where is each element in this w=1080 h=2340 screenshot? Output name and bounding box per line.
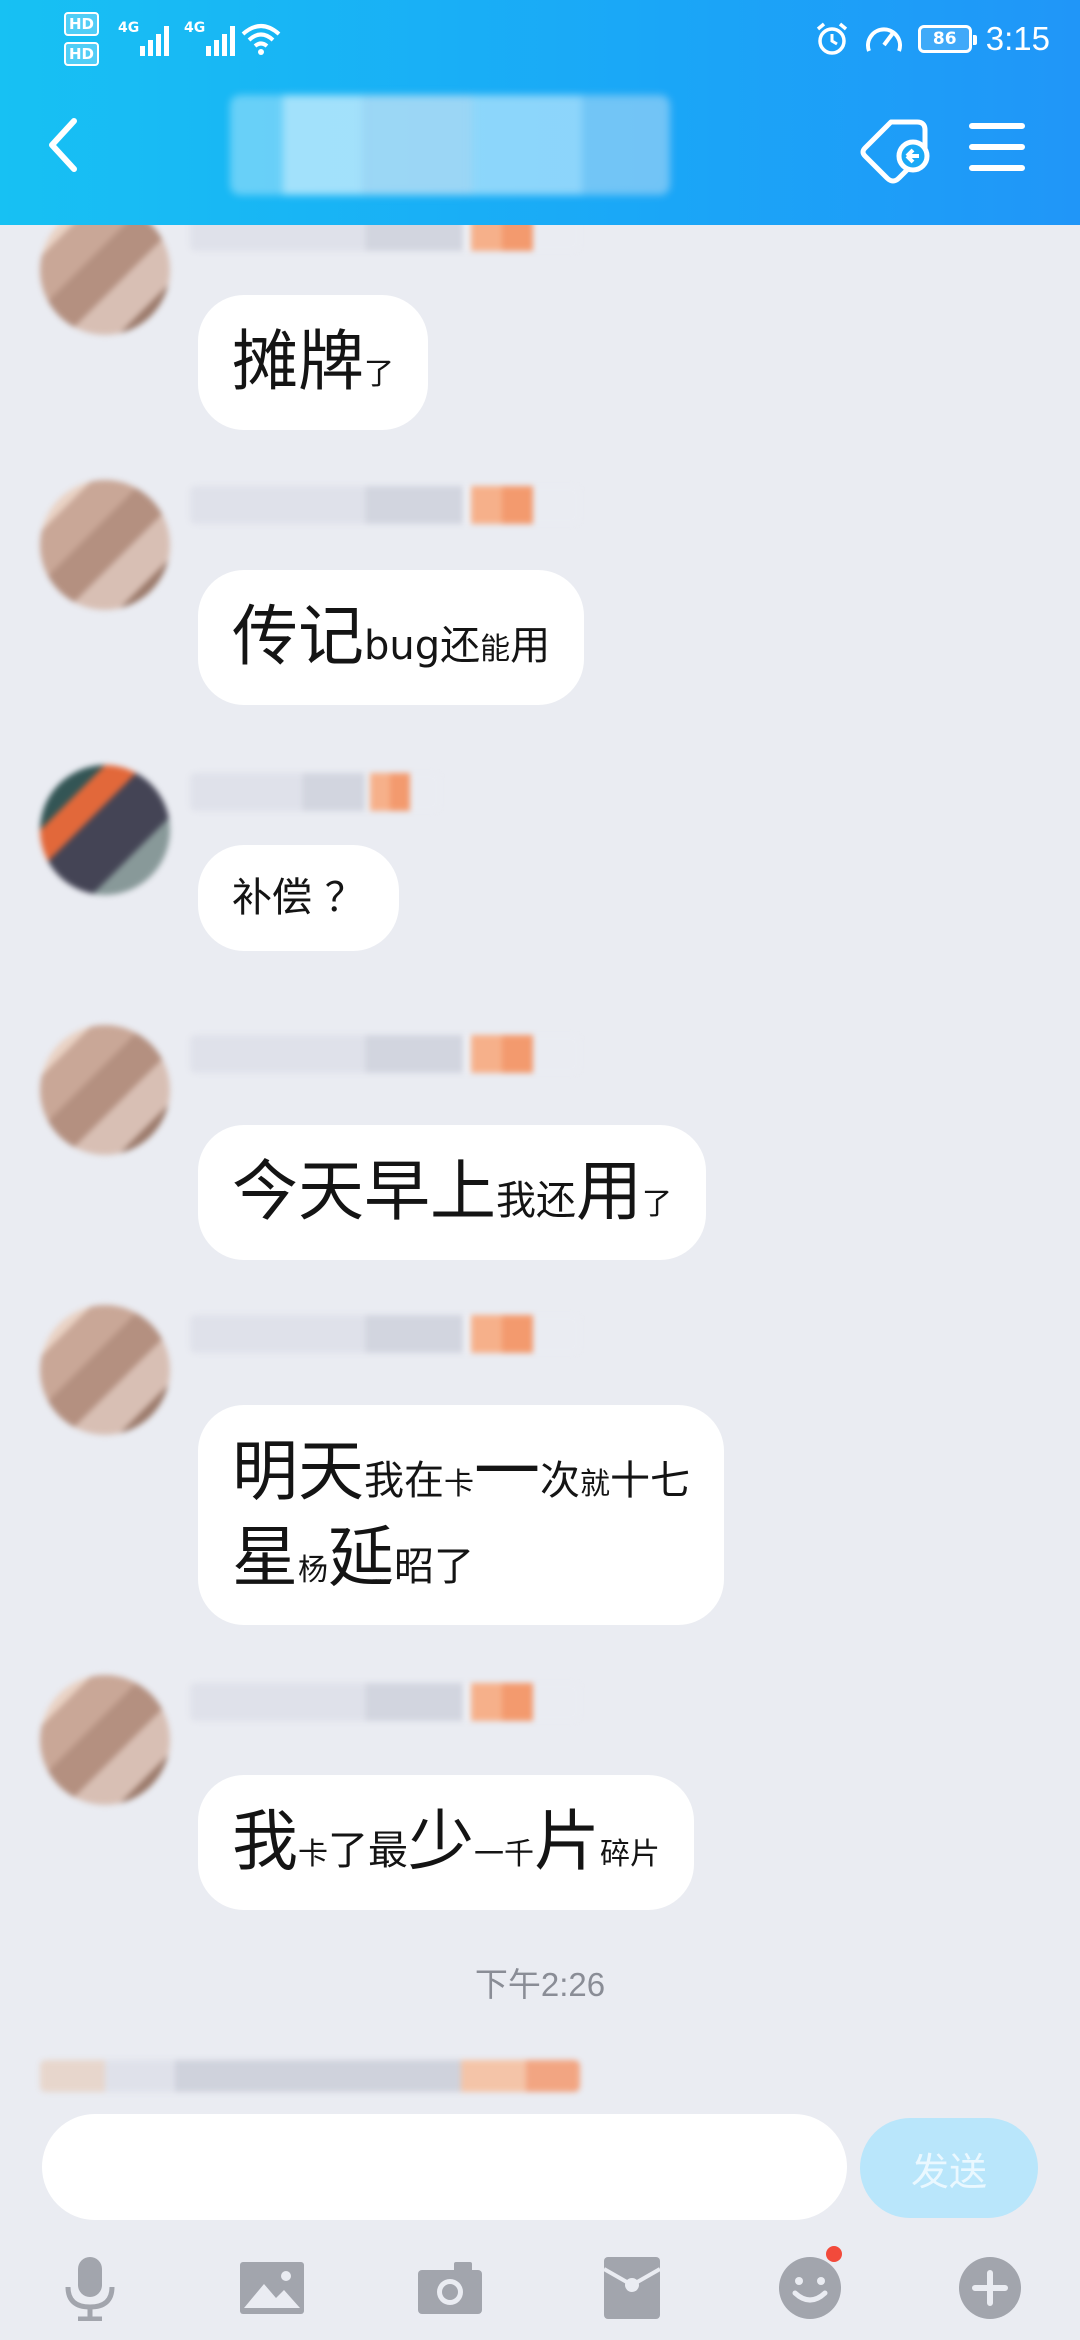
message-text: 传记bug还能用 [232, 598, 550, 675]
avatar[interactable] [40, 480, 170, 610]
message-segment: 少 [408, 1803, 474, 1880]
voice-button[interactable] [54, 2252, 126, 2324]
sender-name [190, 486, 580, 524]
avatar[interactable] [40, 765, 170, 895]
hd-badge-2: HD [64, 42, 100, 66]
message-bubble[interactable]: 补偿 ？ [198, 845, 399, 951]
send-button[interactable]: 发送 [860, 2118, 1038, 2218]
chat-header: HD HD 4G 4G 86 3:15 [0, 0, 1080, 225]
message-segment: 我 [232, 1803, 298, 1880]
sender-name [190, 1683, 580, 1721]
tag-icon [860, 119, 930, 184]
message-line: 星杨延昭了 [232, 1515, 690, 1601]
status-bar-left: HD HD 4G 4G [64, 8, 284, 68]
message-segment: 十七 [610, 1458, 690, 1504]
message-segment: 明天 [232, 1433, 364, 1510]
message-segment: 一千 [474, 1837, 534, 1872]
message-text: 摊牌了 [232, 323, 394, 400]
message-line: 明天我在卡一次就十七 [232, 1429, 690, 1515]
microphone-icon [65, 2257, 115, 2321]
avatar[interactable] [40, 1305, 170, 1435]
more-button[interactable] [954, 2252, 1026, 2324]
message-segment: 就 [580, 1467, 610, 1502]
battery-indicator: 86 [917, 25, 977, 53]
message-bubble[interactable]: 今天早上我还用了 [198, 1125, 706, 1260]
chevron-left-icon [49, 118, 77, 172]
message-segment: 片 [534, 1803, 600, 1880]
composer-toolbar [0, 2230, 1080, 2340]
avatar[interactable] [40, 1025, 170, 1155]
message-segment: bug还 [364, 623, 481, 669]
message-segment: 今天早上 [232, 1153, 496, 1230]
message-segment: 用 [576, 1153, 642, 1230]
message-segment: 我还 [496, 1178, 576, 1224]
message-segment: 次 [540, 1458, 580, 1504]
message-segment: 一 [474, 1433, 540, 1510]
chat-title [230, 95, 670, 195]
alarm-icon [816, 22, 847, 55]
wifi-icon [241, 24, 281, 55]
message-segment: 卡 [444, 1467, 474, 1502]
message-segment: 碎片 [600, 1837, 660, 1872]
menu-icon [969, 123, 1025, 171]
message-bubble[interactable]: 传记bug还能用 [198, 570, 585, 705]
message-text: 我卡了最少一千片碎片 [232, 1803, 660, 1880]
signal-icon-2 [206, 22, 235, 56]
emoji-icon [779, 2257, 841, 2319]
message-bubble[interactable]: 明天我在卡一次就十七 星杨延昭了 [198, 1405, 724, 1625]
message-text: 今天早上我还用了 [232, 1153, 672, 1230]
image-button[interactable] [236, 2252, 308, 2324]
camera-button[interactable] [414, 2252, 486, 2324]
message-segment: 了最 [328, 1828, 408, 1874]
sender-name [190, 1315, 580, 1353]
red-packet-button[interactable] [596, 2252, 668, 2324]
sender-name [190, 1035, 580, 1073]
menu-button[interactable] [968, 118, 1026, 180]
next-message-preview [40, 2060, 580, 2092]
message-bubble[interactable]: 摊牌了 [198, 295, 428, 430]
message-segment: 能 [480, 632, 511, 667]
message-text: 补偿 ？ [232, 875, 365, 921]
camera-icon [418, 2262, 482, 2314]
message-segment: 我在 [364, 1458, 444, 1504]
status-time: 3:15 [985, 20, 1050, 57]
hd-badge-1: HD [64, 12, 100, 36]
composer: 发送 [0, 2100, 1080, 2230]
tag-button[interactable] [855, 118, 935, 190]
speedometer-icon [865, 27, 902, 52]
message-segment: 星 [232, 1518, 298, 1596]
red-packet-icon [603, 2257, 661, 2319]
status-bar-right: 86 3:15 [814, 14, 1050, 64]
emoji-button[interactable] [774, 2246, 846, 2324]
message-segment: 延 [328, 1518, 394, 1596]
back-button[interactable] [40, 115, 90, 175]
message-input[interactable] [42, 2114, 847, 2220]
message-segment: 用 [510, 623, 551, 669]
avatar[interactable] [40, 1675, 170, 1805]
network-type-1: 4G [118, 20, 140, 36]
message-list[interactable]: 摊牌了 传记bug还能用 补偿 ？ 今天早上我还用了 明天我在卡一次就十七 星杨… [0, 205, 1080, 2105]
message-segment: 摊牌 [232, 323, 364, 400]
plus-icon [959, 2257, 1021, 2319]
message-bubble[interactable]: 我卡了最少一千片碎片 [198, 1775, 694, 1910]
message-segment: 昭了 [394, 1543, 474, 1590]
message-segment: 卡 [298, 1837, 328, 1872]
sender-name [190, 773, 440, 811]
time-divider: 下午2:26 [474, 1966, 606, 2003]
signal-icon-1 [140, 22, 169, 56]
network-type-2: 4G [184, 20, 206, 36]
message-segment: 传记 [232, 598, 364, 675]
message-segment: 杨 [298, 1552, 328, 1588]
message-segment: 了 [364, 357, 394, 392]
image-icon [240, 2262, 304, 2314]
notification-dot [826, 2246, 842, 2262]
message-segment: 了 [642, 1187, 672, 1222]
